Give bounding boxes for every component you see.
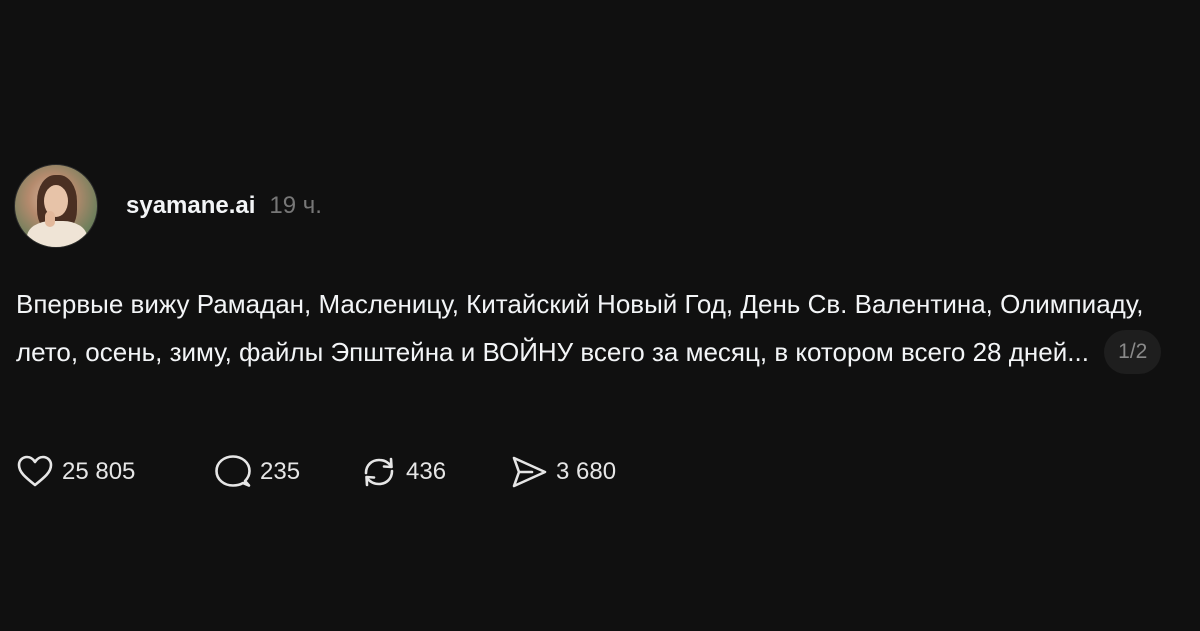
avatar-hand <box>45 211 55 227</box>
post-text-body: Впервые вижу Рамадан, Масленицу, Китайск… <box>16 289 1144 367</box>
share-count: 3 680 <box>556 458 617 485</box>
like-button[interactable]: 25 805 <box>16 453 214 491</box>
repost-button[interactable]: 436 <box>360 453 510 491</box>
send-icon <box>510 453 548 491</box>
post-actions: 25 805 235 436 3 680 <box>16 452 616 492</box>
repost-count: 436 <box>406 458 447 485</box>
avatar[interactable] <box>14 164 98 248</box>
post-header: syamane.ai 19 ч. <box>14 164 322 248</box>
avatar-body <box>27 221 87 247</box>
heart-icon <box>16 453 54 491</box>
post-text: Впервые вижу Рамадан, Масленицу, Китайск… <box>16 280 1184 376</box>
share-button[interactable]: 3 680 <box>510 453 616 491</box>
username[interactable]: syamane.ai <box>126 192 255 220</box>
speech-bubble-icon <box>214 453 252 491</box>
comment-count: 235 <box>260 458 301 485</box>
page-counter[interactable]: 1/2 <box>1104 330 1162 375</box>
repost-arrows-icon <box>360 453 398 491</box>
post: syamane.ai 19 ч. Впервые вижу Рамадан, М… <box>0 0 1200 631</box>
like-count: 25 805 <box>62 458 136 485</box>
comment-button[interactable]: 235 <box>214 453 360 491</box>
post-time[interactable]: 19 ч. <box>269 192 322 220</box>
